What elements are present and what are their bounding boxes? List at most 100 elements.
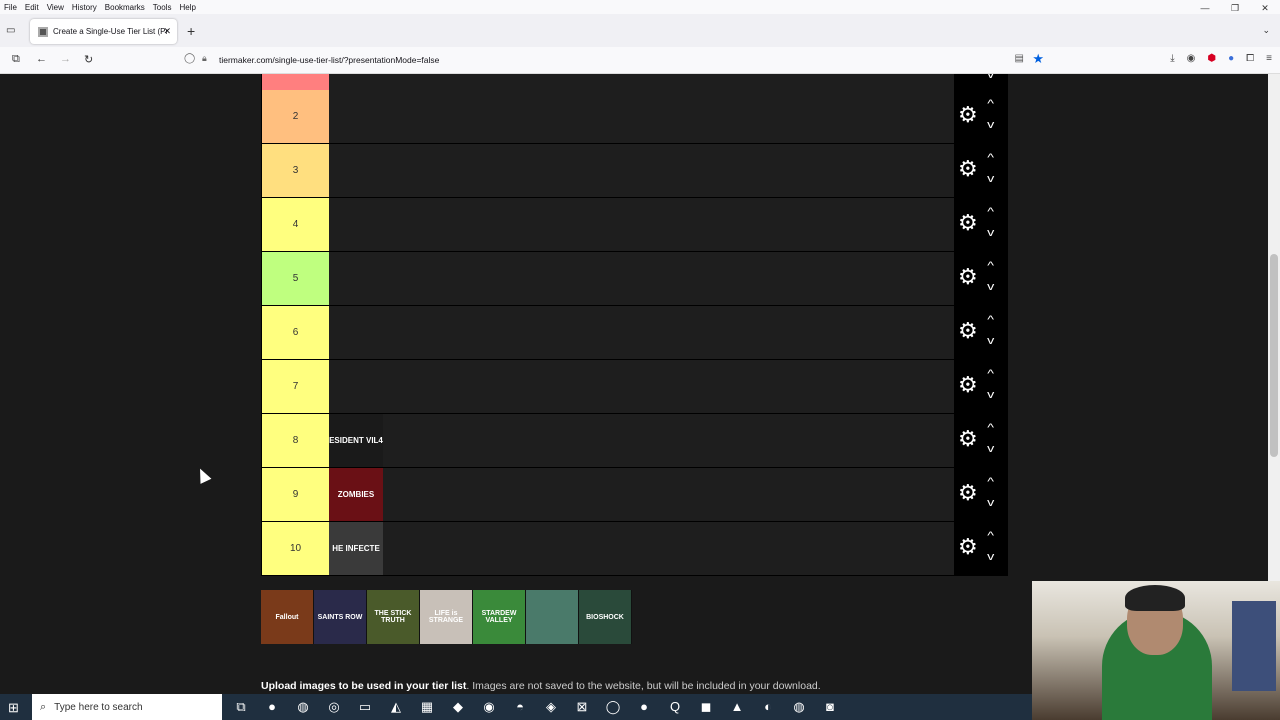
tab-list-icon[interactable]: ▭ [6,25,15,36]
move-up-icon[interactable]: ^ [987,369,994,380]
tier-label[interactable]: 4 [262,198,329,251]
move-down-icon[interactable]: v [987,228,994,239]
tier-label[interactable]: 6 [262,306,329,359]
taskbar-search-input[interactable]: ⌕ Type here to search [32,694,222,720]
pool-image[interactable]: BIOSHOCK [579,590,632,644]
steam-icon[interactable]: ◍ [294,699,312,715]
gear-icon[interactable]: ⚙ [958,320,978,342]
epic-icon[interactable]: ◼ [697,699,715,715]
tier-item-image[interactable]: HE INFECTE [329,522,383,575]
gear-icon[interactable]: ⚙ [958,536,978,558]
xbox-icon[interactable]: ⊠ [573,699,591,715]
gear-icon[interactable]: ⚙ [958,212,978,234]
menu-hamburger-icon[interactable]: ≡ [1266,53,1272,64]
gear-icon[interactable]: ⚙ [958,158,978,180]
photos-icon[interactable]: ◭ [387,699,405,715]
pool-image[interactable]: STARDEW VALLEY [473,590,526,644]
tier-items-dropzone[interactable] [329,144,954,197]
ublock-icon[interactable]: ⬢ [1207,53,1216,64]
move-up-icon[interactable]: ^ [987,477,994,488]
tier-label[interactable]: 3 [262,144,329,197]
gear-icon[interactable]: ⚙ [958,428,978,450]
pool-image[interactable] [526,590,579,644]
move-down-icon[interactable]: v [987,174,994,185]
messenger-icon[interactable]: ◉ [480,699,498,715]
menu-bookmarks[interactable]: Bookmarks [101,3,149,12]
move-down-icon[interactable]: v [987,390,994,401]
tier-label[interactable]: 2 [262,90,329,143]
move-up-icon[interactable]: ^ [987,99,994,110]
wacom-icon[interactable]: ◈ [542,699,560,715]
move-up-icon[interactable]: ^ [987,423,994,434]
tracking-shield-icon[interactable]: ◯ [184,53,195,64]
reader-view-icon[interactable]: ▤ [1015,53,1024,64]
gear-icon[interactable]: ⚙ [958,266,978,288]
orange-app-icon[interactable]: ◐ [759,699,777,715]
tab-close-icon[interactable]: ✕ [163,26,171,37]
move-down-icon[interactable]: v [987,120,994,131]
move-down-icon[interactable]: v [987,444,994,455]
tier-label[interactable]: 9 [262,468,329,521]
back-button[interactable]: ← [36,53,47,65]
move-down-icon[interactable]: v [987,552,994,563]
menu-tools[interactable]: Tools [149,3,176,12]
bookmark-star-icon[interactable]: ★ [1032,51,1044,67]
tier-items-dropzone[interactable] [329,198,954,251]
move-down-icon[interactable]: v [987,336,994,347]
obs-icon[interactable]: ◯ [604,699,622,715]
reload-button[interactable]: ↻ [84,53,93,66]
tier-items-dropzone[interactable] [329,252,954,305]
forward-button[interactable]: → [60,53,71,65]
gear-icon[interactable]: ⚙ [958,374,978,396]
tier-items-top[interactable] [329,74,954,90]
tier-item-image[interactable]: ESIDENT VIL4 [329,414,383,467]
move-down-icon[interactable]: v [987,282,994,293]
tier-items-dropzone[interactable]: ESIDENT VIL4 [329,414,954,467]
tier-label[interactable]: 5 [262,252,329,305]
move-up-icon[interactable]: ^ [987,153,994,164]
menu-history[interactable]: History [68,3,101,12]
gear-icon[interactable]: ⚙ [958,104,978,126]
menu-file[interactable]: File [0,3,21,12]
move-down-icon[interactable]: v [987,74,994,81]
file-explorer-icon[interactable]: ▭ [356,699,374,715]
move-up-icon[interactable]: ^ [987,261,994,272]
move-up-icon[interactable]: ^ [987,315,994,326]
gear-icon[interactable]: ⚙ [958,482,978,504]
tier-label-top[interactable] [262,74,329,90]
task-view-icon[interactable]: ⧉ [232,699,250,715]
url-bar[interactable]: ◯ 🔒︎ tiermaker.com/single-use-tier-list/… [178,50,1050,71]
spotify-icon[interactable]: ● [635,699,653,715]
pool-image[interactable]: THE STICK TRUTH [367,590,420,644]
download-icon[interactable]: ⤓ [1170,53,1174,64]
pool-image[interactable]: Fallout [261,590,314,644]
windows-start-icon[interactable]: ⊞ [8,700,19,716]
url-text[interactable]: tiermaker.com/single-use-tier-list/?pres… [219,55,439,65]
pool-image[interactable]: SAINTS ROW [314,590,367,644]
quora-icon[interactable]: Q [666,699,684,715]
pool-image[interactable]: LIFE is STRANGE [420,590,473,644]
extension-blue-icon[interactable]: ● [1228,53,1234,64]
arrow-icon[interactable]: ▲ [728,699,746,715]
menu-help[interactable]: Help [175,3,199,12]
lock-icon[interactable]: 🔒︎ [202,53,207,64]
menu-edit[interactable]: Edit [21,3,43,12]
tier-item-image[interactable]: ZOMBIES [329,468,383,521]
discord-icon[interactable]: ◙ [821,699,839,715]
steam-alt-icon[interactable]: ◓ [511,699,529,715]
tab-active[interactable]: Create a Single-Use Tier List (Pr ✕ [30,19,177,44]
camera-icon[interactable]: ◎ [325,699,343,715]
tier-items-dropzone[interactable] [329,360,954,413]
tier-items-dropzone[interactable] [329,306,954,359]
tier-label[interactable]: 8 [262,414,329,467]
firefox-icon[interactable]: ● [263,699,281,715]
tier-label[interactable]: 10 [262,522,329,575]
move-up-icon[interactable]: ^ [987,531,994,542]
extensions-icon[interactable]: ⧠ [1246,53,1254,64]
tier-items-dropzone[interactable] [329,90,954,143]
calculator-icon[interactable]: ▦ [418,699,436,715]
tier-label[interactable]: 7 [262,360,329,413]
scrollbar-thumb[interactable] [1270,254,1278,457]
tier-items-dropzone[interactable]: HE INFECTE [329,522,954,575]
tier-items-dropzone[interactable]: ZOMBIES [329,468,954,521]
